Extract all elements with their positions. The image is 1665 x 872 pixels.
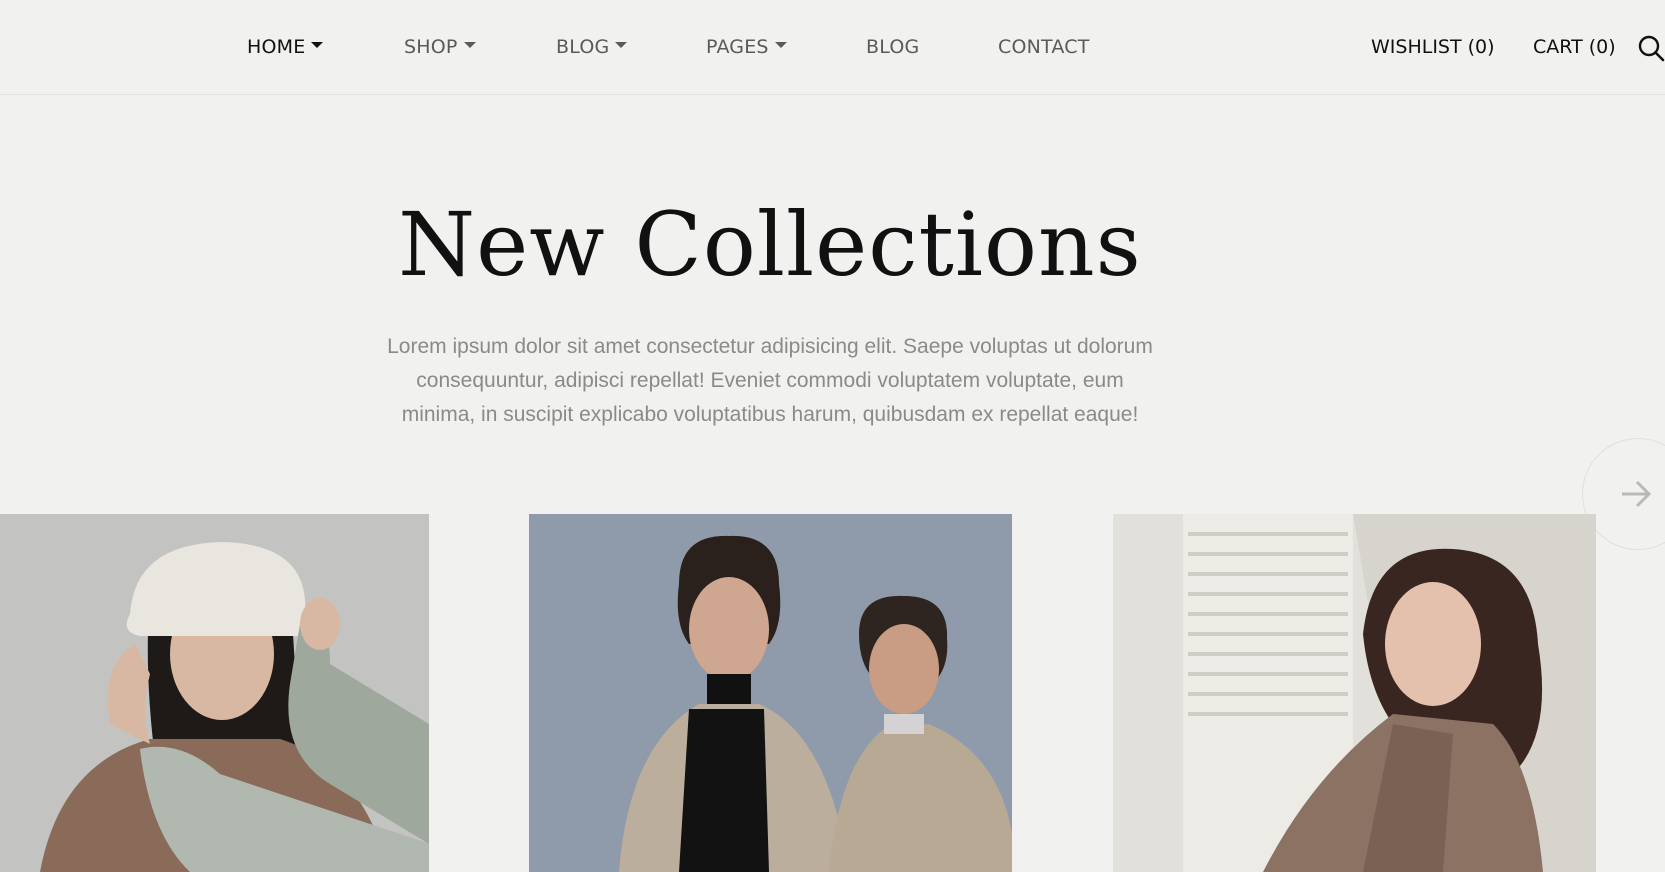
nav-item-label: PAGES xyxy=(706,36,769,58)
nav-item-label: CONTACT xyxy=(998,36,1090,58)
product-image xyxy=(1113,514,1596,872)
product-image xyxy=(529,514,1012,872)
wishlist-link[interactable]: WISHLIST (0) xyxy=(1371,33,1495,61)
nav-item-pages[interactable]: PAGES xyxy=(706,34,787,60)
search-button[interactable] xyxy=(1637,34,1665,62)
nav-item-home[interactable]: HOME xyxy=(247,34,324,60)
caret-down-icon xyxy=(774,42,787,48)
nav-item-label: BLOG xyxy=(556,36,610,58)
nav-item-label: HOME xyxy=(247,36,306,58)
product-card[interactable] xyxy=(0,514,429,872)
nav-item-contact[interactable]: CONTACT xyxy=(998,34,1090,60)
site-header: HOME SHOP BLOG PAGES BLOG CONTACT WISHLI… xyxy=(0,0,1665,95)
caret-down-icon xyxy=(463,42,476,48)
nav-item-shop[interactable]: SHOP xyxy=(404,34,476,60)
product-card[interactable] xyxy=(1113,514,1596,872)
search-icon xyxy=(1638,35,1665,62)
page-title: New Collections xyxy=(398,193,1142,296)
hero-description: Lorem ipsum dolor sit amet consectetur a… xyxy=(387,335,1153,426)
nav-item-label: SHOP xyxy=(404,36,458,58)
nav-item-blog[interactable]: BLOG xyxy=(866,34,919,60)
nav-item-blog-dropdown[interactable]: BLOG xyxy=(556,34,628,60)
cart-link[interactable]: CART (0) xyxy=(1533,33,1616,61)
arrow-right-icon xyxy=(1622,480,1652,508)
product-card[interactable] xyxy=(529,514,1012,872)
caret-down-icon xyxy=(311,42,324,48)
product-image xyxy=(0,514,429,872)
nav-item-label: BLOG xyxy=(866,36,920,58)
caret-down-icon xyxy=(615,42,628,48)
